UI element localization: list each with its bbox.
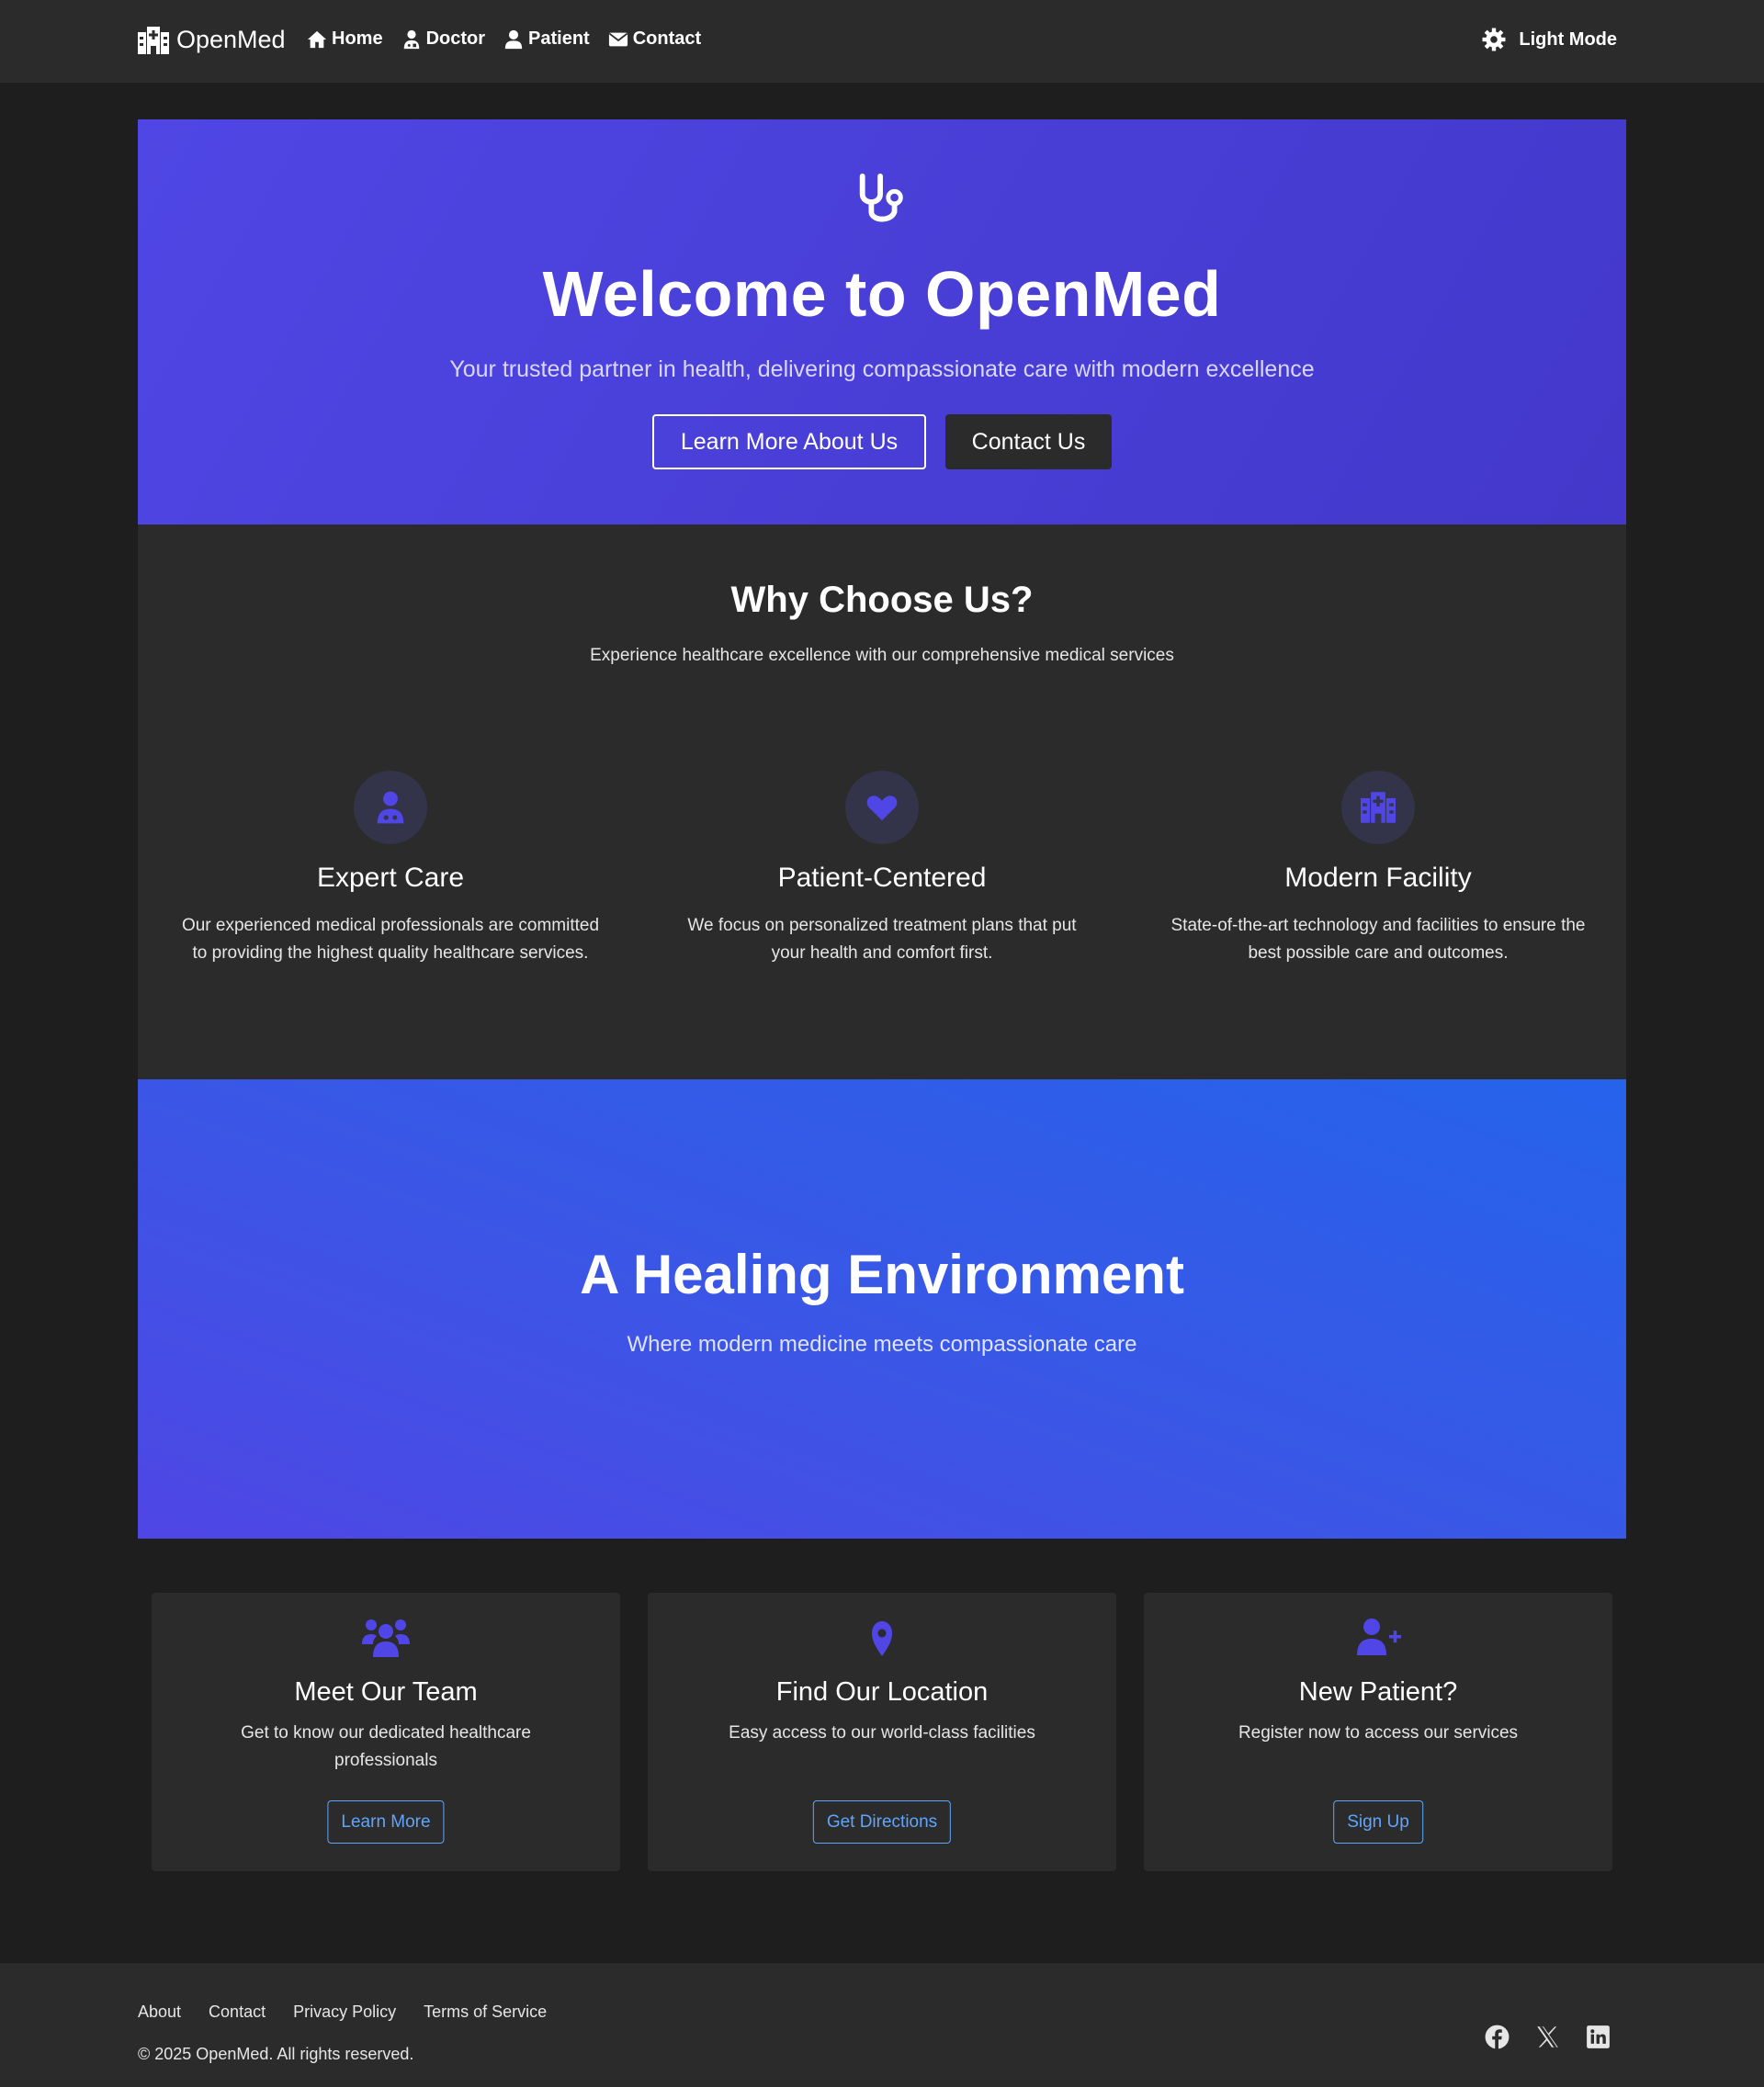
- footer-link-about[interactable]: About: [138, 2002, 181, 2022]
- feature-title: Modern Facility: [1284, 863, 1472, 893]
- card-new-patient: New Patient? Register now to access our …: [1144, 1593, 1612, 1871]
- footer: About Contact Privacy Policy Terms of Se…: [0, 1963, 1764, 2087]
- hospital-icon: [138, 26, 169, 54]
- card-title: Find Our Location: [775, 1677, 989, 1707]
- nav-item-contact[interactable]: Contact: [608, 28, 701, 50]
- nav-item-label: Home: [332, 28, 383, 49]
- feature-description: We focus on personalized treatment plans…: [687, 916, 1077, 963]
- linkedin-icon[interactable]: [1586, 2025, 1611, 2049]
- nav-item-home[interactable]: Home: [307, 28, 383, 50]
- feature-title: Patient-Centered: [777, 863, 987, 893]
- feature-patient-centered: Patient-Centered We focus on personalize…: [671, 771, 1093, 967]
- hero-buttons: Learn More About Us Contact Us: [138, 414, 1626, 469]
- nav-item-patient[interactable]: Patient: [503, 28, 590, 50]
- contact-us-button[interactable]: Contact Us: [945, 414, 1112, 469]
- get-directions-button[interactable]: Get Directions: [812, 1800, 952, 1844]
- hero-title: Welcome to OpenMed: [542, 258, 1222, 330]
- nav-item-doctor[interactable]: Doctor: [401, 28, 485, 50]
- user-plus-icon: [1357, 1619, 1401, 1655]
- feature-description: State-of-the-art technology and faciliti…: [1170, 916, 1586, 963]
- card-meet-our-team: Meet Our Team Get to know our dedicated …: [152, 1593, 620, 1871]
- stethoscope-icon: [859, 173, 903, 222]
- healing-environment-banner: A Healing Environment Where modern medic…: [138, 1079, 1626, 1539]
- feature-title: Expert Care: [316, 863, 465, 893]
- sign-up-button[interactable]: Sign Up: [1333, 1800, 1423, 1844]
- card-title: Meet Our Team: [294, 1677, 478, 1707]
- card-find-our-location: Find Our Location Easy access to our wor…: [648, 1593, 1116, 1871]
- brand-name: OpenMed: [176, 26, 286, 53]
- theme-toggle[interactable]: Light Mode: [1482, 28, 1617, 51]
- features-section: Why Choose Us? Experience healthcare exc…: [138, 525, 1626, 1079]
- nav-item-label: Patient: [528, 28, 590, 49]
- gear-icon: [1482, 28, 1506, 51]
- home-icon: [307, 30, 327, 48]
- heart-icon: [866, 795, 898, 821]
- copyright: © 2025 OpenMed. All rights reserved.: [138, 2045, 414, 2063]
- brand[interactable]: OpenMed: [138, 26, 286, 54]
- card-description: Register now to access our services: [1238, 1723, 1519, 1743]
- nav-item-label: Doctor: [425, 28, 486, 49]
- feature-description: Our experienced medical professionals ar…: [181, 916, 600, 963]
- navbar: OpenMed Home Doctor Patient Contact Ligh…: [0, 0, 1764, 83]
- hero-section: Welcome to OpenMed Your trusted partner …: [138, 119, 1626, 525]
- footer-links: About Contact Privacy Policy Terms of Se…: [138, 2002, 547, 2022]
- feature-modern-facility: Modern Facility State-of-the-art technol…: [1167, 771, 1589, 967]
- doctor-icon: [403, 29, 419, 49]
- footer-link-terms-of-service[interactable]: Terms of Service: [424, 2002, 547, 2022]
- facebook-icon[interactable]: [1485, 2025, 1510, 2049]
- banner-subtitle: Where modern medicine meets compassionat…: [627, 1332, 1137, 1357]
- footer-link-privacy-policy[interactable]: Privacy Policy: [293, 2002, 396, 2022]
- feature-icon-circle: [845, 771, 919, 844]
- banner-title: A Healing Environment: [580, 1244, 1184, 1305]
- nav-links: Home Doctor Patient Contact: [307, 28, 701, 50]
- feature-icon-circle: [354, 771, 427, 844]
- nav-item-label: Contact: [632, 28, 702, 49]
- feature-expert-care: Expert Care Our experienced medical prof…: [179, 771, 602, 967]
- card-description: Easy access to our world-class facilitie…: [729, 1723, 1035, 1743]
- hero-subtitle: Your trusted partner in health, deliveri…: [449, 356, 1315, 382]
- features-title: Why Choose Us?: [730, 580, 1034, 620]
- card-title: New Patient?: [1298, 1677, 1458, 1707]
- social-links: [1485, 2025, 1611, 2049]
- learn-more-about-us-button[interactable]: Learn More About Us: [652, 414, 926, 469]
- card-description: Get to know our dedicated healthcare pro…: [241, 1723, 531, 1770]
- learn-more-button[interactable]: Learn More: [327, 1800, 445, 1844]
- theme-toggle-label: Light Mode: [1519, 28, 1617, 50]
- users-icon: [362, 1619, 410, 1657]
- envelope-icon: [608, 32, 628, 46]
- feature-icon-circle: [1341, 771, 1415, 844]
- doctor-icon: [377, 791, 404, 824]
- user-icon: [504, 29, 523, 49]
- hospital-icon: [1361, 792, 1396, 823]
- x-icon[interactable]: [1535, 2025, 1560, 2049]
- map-pin-icon: [872, 1621, 892, 1656]
- footer-link-contact[interactable]: Contact: [209, 2002, 266, 2022]
- features-subtitle: Experience healthcare excellence with ou…: [590, 646, 1174, 665]
